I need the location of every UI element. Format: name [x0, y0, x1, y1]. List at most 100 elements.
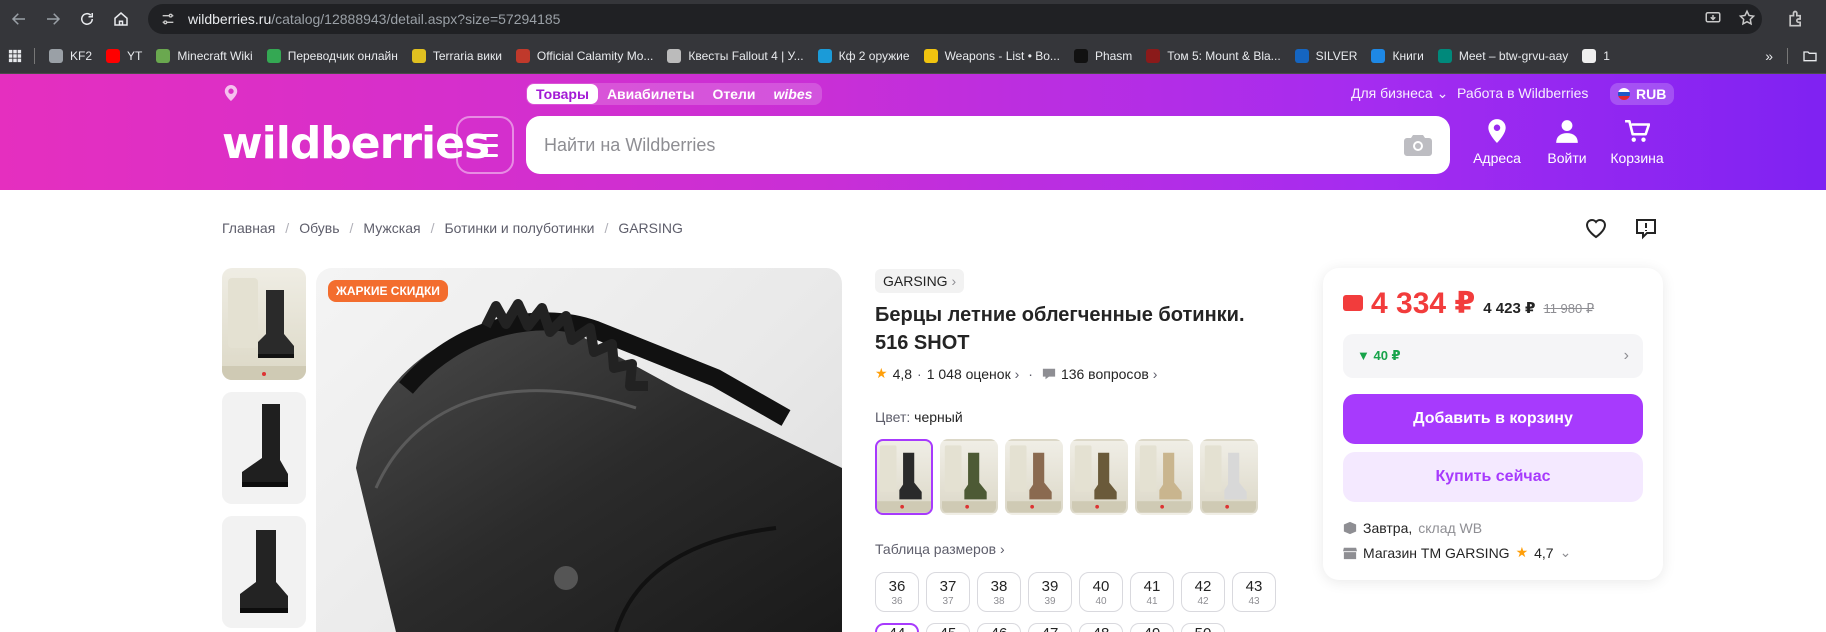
- main-product-image[interactable]: ЖАРКИЕ СКИДКИ: [316, 268, 842, 632]
- size-option[interactable]: 40 40: [1079, 572, 1123, 612]
- size-option[interactable]: 41 41: [1130, 572, 1174, 612]
- extensions-button[interactable]: [1786, 9, 1806, 34]
- size-option[interactable]: 49: [1130, 623, 1174, 632]
- breadcrumb-item-brand[interactable]: GARSING: [618, 220, 683, 236]
- address-bar[interactable]: wildberries.ru/catalog/12888943/detail.a…: [148, 4, 1762, 34]
- questions-link[interactable]: 136 вопросов ›: [1061, 366, 1157, 382]
- size-option[interactable]: 45: [926, 623, 970, 632]
- addresses-button[interactable]: Адреса: [1462, 118, 1532, 166]
- bookmark-item[interactable]: 1: [1582, 48, 1610, 63]
- bookmark-item[interactable]: Кф 2 оружие: [817, 48, 910, 63]
- reviews-link[interactable]: 1 048 оценок ›: [927, 366, 1020, 382]
- tab-flights[interactable]: Авиабилеты: [598, 84, 704, 104]
- size-option[interactable]: 36 36: [875, 572, 919, 612]
- bookmark-item[interactable]: Meet – btw-grvu-aay: [1437, 48, 1568, 63]
- size-option[interactable]: 42 42: [1181, 572, 1225, 612]
- search-input[interactable]: [544, 134, 1364, 156]
- chevron-double-right-icon[interactable]: »: [1765, 48, 1773, 64]
- add-to-cart-button[interactable]: Добавить в корзину: [1343, 394, 1643, 444]
- install-app-icon[interactable]: [1704, 9, 1722, 27]
- boot-swatch-image: [1007, 445, 1061, 513]
- size-ru: 45: [940, 625, 957, 632]
- report-icon[interactable]: [1634, 216, 1658, 240]
- business-link[interactable]: Для бизнеса ⌄: [1351, 85, 1448, 102]
- login-button[interactable]: Войти: [1532, 118, 1602, 166]
- bookmark-favicon-icon: [49, 48, 63, 63]
- location-pin-icon[interactable]: [224, 85, 238, 101]
- breadcrumb-item-boots[interactable]: Ботинки и полуботинки: [444, 220, 594, 236]
- shop-rating: 4,7: [1534, 544, 1554, 561]
- bookmark-item[interactable]: Книги: [1371, 48, 1424, 63]
- home-button[interactable]: [106, 4, 136, 34]
- work-link[interactable]: Работа в Wildberries: [1457, 85, 1588, 101]
- price-card: 4 334 ₽ 4 423 ₽ 11 980 ₽ ▼ 40 ₽ › Добави…: [1323, 268, 1663, 580]
- color-swatch[interactable]: [1070, 439, 1128, 515]
- bookmark-item[interactable]: SILVER: [1294, 48, 1357, 63]
- size-option[interactable]: 46: [977, 623, 1021, 632]
- size-option[interactable]: 43 43: [1232, 572, 1276, 612]
- size-option[interactable]: 50: [1181, 623, 1225, 632]
- color-swatch[interactable]: [1005, 439, 1063, 515]
- color-swatch[interactable]: [940, 439, 998, 515]
- tab-goods[interactable]: Товары: [527, 84, 598, 104]
- bookmark-item[interactable]: Переводчик онлайн: [266, 48, 398, 63]
- bookmark-label: Phasm: [1094, 48, 1133, 63]
- breadcrumb-item-men[interactable]: Мужская: [363, 220, 420, 236]
- forward-button[interactable]: [38, 4, 68, 34]
- bookmark-item[interactable]: Квесты Fallout 4 | У...: [667, 48, 804, 63]
- boot-swatch-image: [1072, 445, 1126, 513]
- color-swatch[interactable]: [875, 439, 933, 515]
- bookmark-label: Official Calamity Mo...: [536, 48, 654, 63]
- color-swatch[interactable]: [1200, 439, 1258, 515]
- size-option[interactable]: 48: [1079, 623, 1123, 632]
- breadcrumb-item-main[interactable]: Главная: [222, 220, 275, 236]
- size-option[interactable]: 44: [875, 623, 919, 632]
- size-ru: 36: [888, 577, 906, 595]
- bookmark-item[interactable]: Том 5: Mount & Bla...: [1146, 48, 1281, 63]
- cart-icon: [1625, 119, 1650, 142]
- bookmark-favicon-icon: [1294, 48, 1309, 63]
- apps-button[interactable]: [8, 49, 22, 63]
- photo-search-button[interactable]: [1404, 132, 1432, 163]
- size-option[interactable]: 37 37: [926, 572, 970, 612]
- bookmark-item[interactable]: KF2: [49, 48, 92, 63]
- bookmarks-bar: KF2 YT Minecraft Wiki Переводчик онлайн Terr…: [0, 38, 1826, 74]
- all-bookmarks-folder-icon[interactable]: [1802, 48, 1818, 64]
- size-option[interactable]: 39 39: [1028, 572, 1072, 612]
- thumbnail[interactable]: [222, 516, 306, 628]
- shop-info[interactable]: Магазин ТМ GARSING ★ 4,7 ⌄: [1343, 544, 1571, 561]
- cart-button[interactable]: Корзина: [1602, 118, 1672, 166]
- wildberries-logo[interactable]: wildberries: [222, 118, 490, 169]
- size-option[interactable]: 47: [1028, 623, 1072, 632]
- thumbnail[interactable]: [222, 268, 306, 380]
- brand-link[interactable]: GARSING ›: [875, 269, 965, 293]
- tab-wibes[interactable]: wibes: [764, 84, 821, 104]
- site-settings-icon[interactable]: [160, 11, 176, 27]
- heart-icon[interactable]: [1584, 216, 1608, 240]
- size-option[interactable]: 38 38: [977, 572, 1021, 612]
- currency-button[interactable]: RUB: [1610, 83, 1675, 105]
- bookmarks-separator-end: [1787, 48, 1788, 64]
- tab-hotels[interactable]: Отели: [703, 84, 764, 104]
- service-tabs: Товары Авиабилеты Отели wibes: [526, 83, 823, 105]
- size-ru: 46: [991, 625, 1008, 632]
- bookmark-item[interactable]: Official Calamity Mo...: [515, 48, 654, 63]
- bookmark-item[interactable]: YT: [106, 48, 142, 63]
- boot-image: [242, 404, 288, 487]
- buy-now-button[interactable]: Купить сейчас: [1343, 452, 1643, 502]
- back-button[interactable]: [4, 4, 34, 34]
- thumbnail[interactable]: [222, 392, 306, 504]
- bookmark-item[interactable]: Minecraft Wiki: [156, 48, 253, 63]
- bookmark-favicon-icon: [817, 48, 832, 63]
- reload-button[interactable]: [72, 4, 102, 34]
- bookmark-item[interactable]: Terraria вики: [411, 48, 502, 63]
- cashback-row[interactable]: ▼ 40 ₽ ›: [1343, 334, 1643, 378]
- catalog-menu-button[interactable]: [456, 116, 514, 174]
- size-table-link[interactable]: Таблица размеров ›: [875, 541, 1005, 557]
- bookmark-item[interactable]: Weapons - List • Bo...: [923, 48, 1060, 63]
- bookmark-star-icon[interactable]: [1738, 9, 1756, 27]
- bookmark-item[interactable]: Phasm: [1073, 48, 1133, 63]
- color-swatch[interactable]: [1135, 439, 1193, 515]
- bookmark-favicon-icon: [515, 48, 530, 63]
- breadcrumb-item-shoes[interactable]: Обувь: [299, 220, 339, 236]
